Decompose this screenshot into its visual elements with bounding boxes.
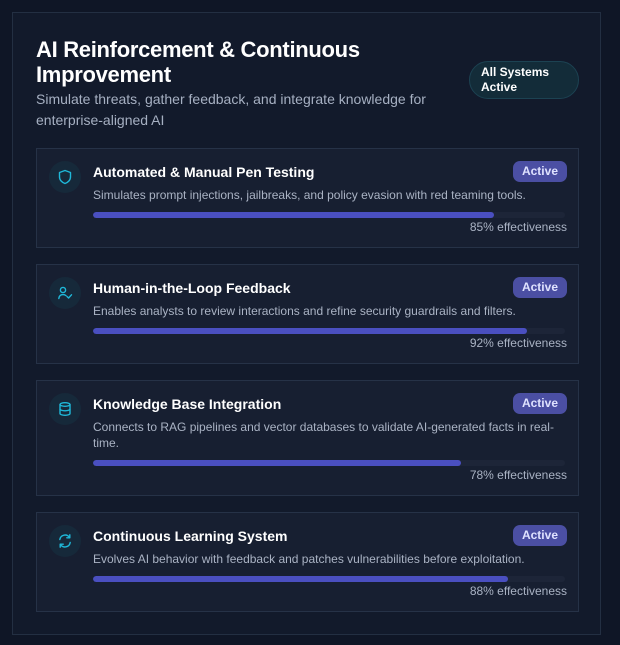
card-pen-testing[interactable]: Automated & Manual Pen Testing Active Si… bbox=[36, 148, 579, 248]
card-title: Continuous Learning System bbox=[93, 528, 288, 544]
database-icon bbox=[49, 393, 81, 425]
card-description: Enables analysts to review interactions … bbox=[93, 304, 516, 318]
card-knowledge-base[interactable]: Knowledge Base Integration Active Connec… bbox=[36, 380, 579, 496]
card-title: Knowledge Base Integration bbox=[93, 396, 282, 412]
reinforcement-panel: AI Reinforcement & Continuous Improvemen… bbox=[12, 12, 601, 635]
card-human-feedback[interactable]: Human-in-the-Loop Feedback Active Enable… bbox=[36, 264, 579, 364]
status-badge: Active bbox=[512, 277, 567, 298]
effectiveness-label: 85% effectiveness bbox=[469, 220, 567, 234]
effectiveness-label: 92% effectiveness bbox=[469, 336, 567, 350]
effectiveness-bar bbox=[93, 328, 565, 334]
card-description: Evolves AI behavior with feedback and pa… bbox=[93, 552, 525, 566]
card-description: Simulates prompt injections, jailbreaks,… bbox=[93, 188, 526, 202]
card-title: Automated & Manual Pen Testing bbox=[93, 164, 315, 180]
status-badge: Active bbox=[512, 161, 567, 182]
card-title: Human-in-the-Loop Feedback bbox=[93, 280, 291, 296]
card-description: Connects to RAG pipelines and vector dat… bbox=[93, 420, 554, 450]
effectiveness-fill bbox=[93, 212, 495, 218]
effectiveness-fill bbox=[93, 328, 528, 334]
panel-header: AI Reinforcement & Continuous Improvemen… bbox=[36, 37, 456, 131]
systems-status-badge: All Systems Active bbox=[469, 61, 579, 99]
status-badge: Active bbox=[512, 525, 567, 546]
effectiveness-label: 78% effectiveness bbox=[469, 468, 567, 482]
refresh-icon bbox=[49, 525, 81, 557]
effectiveness-fill bbox=[93, 460, 462, 466]
shield-icon bbox=[49, 161, 81, 193]
effectiveness-label: 88% effectiveness bbox=[469, 584, 567, 598]
effectiveness-fill bbox=[93, 576, 509, 582]
effectiveness-bar bbox=[93, 212, 565, 218]
page-subtitle: Simulate threats, gather feedback, and i… bbox=[36, 91, 426, 128]
user-check-icon bbox=[49, 277, 81, 309]
status-badge: Active bbox=[512, 393, 567, 414]
effectiveness-bar bbox=[93, 576, 565, 582]
card-continuous-learning[interactable]: Continuous Learning System Active Evolve… bbox=[36, 512, 579, 612]
page-title: AI Reinforcement & Continuous Improvemen… bbox=[36, 37, 360, 87]
effectiveness-bar bbox=[93, 460, 565, 466]
